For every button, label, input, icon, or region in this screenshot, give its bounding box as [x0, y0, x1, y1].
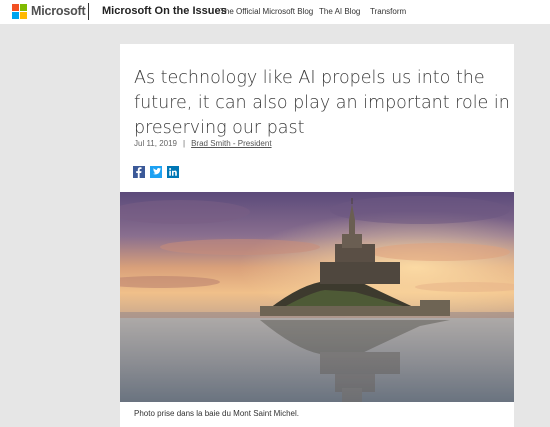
author-link[interactable]: Brad Smith - President	[191, 139, 271, 148]
linkedin-icon	[169, 168, 177, 176]
article-card: As technology like AI propels us into th…	[120, 44, 514, 427]
image-caption: Photo prise dans la baie du Mont Saint M…	[134, 409, 299, 418]
header-divider	[88, 3, 89, 20]
microsoft-logo-icon[interactable]	[12, 4, 27, 19]
facebook-icon	[136, 167, 142, 178]
hero-image-mont-saint-michel	[120, 192, 514, 402]
microsoft-brand-link[interactable]: Microsoft	[31, 4, 86, 18]
nav-link-transform[interactable]: Transform	[370, 7, 406, 16]
site-title-link[interactable]: Microsoft On the Issues	[102, 5, 227, 17]
article-meta: Jul 11, 2019 | Brad Smith - President	[134, 139, 272, 148]
logo-green-square	[20, 4, 27, 11]
nav-link-official-blog[interactable]: The Official Microsoft Blog	[220, 7, 313, 16]
hero-image-art	[120, 192, 514, 402]
article-headline: As technology like AI propels us into th…	[134, 68, 510, 138]
top-navigation-bar: Microsoft Microsoft On the Issues The Of…	[0, 0, 550, 24]
meta-separator: |	[183, 139, 186, 148]
nav-link-ai-blog[interactable]: The AI Blog	[319, 7, 360, 16]
twitter-icon	[153, 168, 161, 175]
logo-blue-square	[12, 12, 19, 19]
linkedin-share-button[interactable]	[167, 166, 179, 178]
twitter-share-button[interactable]	[150, 166, 162, 178]
facebook-share-button[interactable]	[133, 166, 145, 178]
logo-red-square	[12, 4, 19, 11]
article-date: Jul 11, 2019	[134, 139, 177, 148]
logo-yellow-square	[20, 12, 27, 19]
